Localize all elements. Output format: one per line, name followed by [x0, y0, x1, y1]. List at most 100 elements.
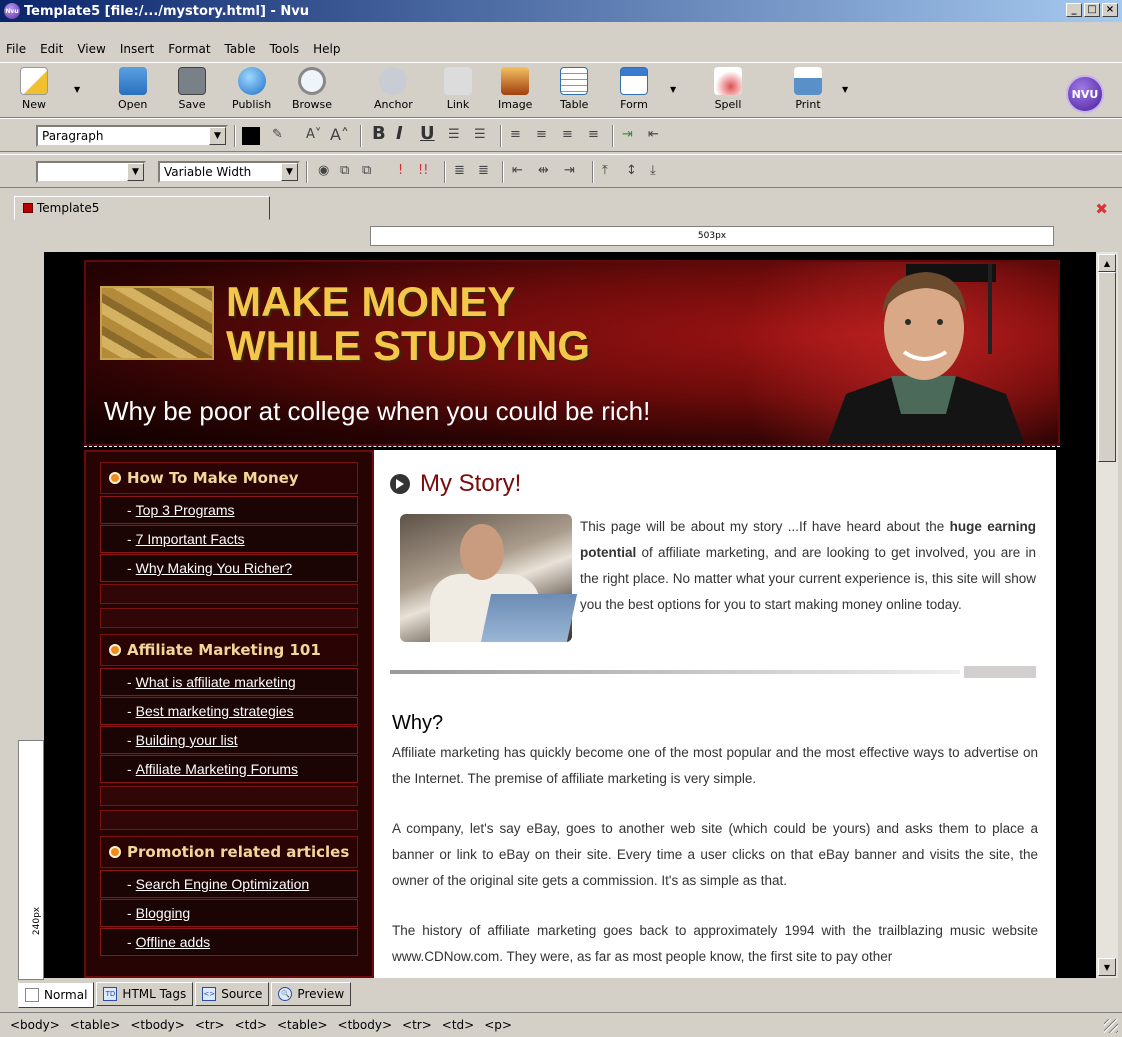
nav-item[interactable]: - Search Engine Optimization: [100, 870, 358, 898]
tag-crumb[interactable]: <tbody>: [338, 1018, 393, 1032]
tab-source[interactable]: <> Source: [195, 982, 270, 1006]
nav-item[interactable]: - Blogging: [100, 899, 358, 927]
tag-crumb[interactable]: <table>: [277, 1018, 328, 1032]
nav-item[interactable]: - Building your list: [100, 726, 358, 754]
cite-icon[interactable]: ◉: [318, 163, 329, 178]
justify-icon[interactable]: ≡: [588, 127, 599, 142]
publish-button[interactable]: Publish: [232, 67, 271, 111]
menu-view[interactable]: View: [77, 42, 105, 56]
align-right-icon[interactable]: ≡: [562, 127, 573, 142]
save-button[interactable]: Save: [178, 67, 206, 111]
maximize-button[interactable]: □: [1084, 3, 1100, 17]
tag-crumb[interactable]: <table>: [70, 1018, 121, 1032]
table-align-center-icon[interactable]: ⇹: [538, 163, 549, 178]
font-family-select[interactable]: Variable Width ▼: [158, 161, 300, 183]
width-ruler[interactable]: 503px: [370, 226, 1054, 246]
document-tab[interactable]: Template5: [14, 196, 270, 220]
menu-insert[interactable]: Insert: [120, 42, 154, 56]
toolbar-separator: [444, 161, 446, 183]
menu-tools[interactable]: Tools: [270, 42, 300, 56]
spell-button[interactable]: Spell: [714, 67, 742, 111]
indent-icon[interactable]: ⇥: [622, 127, 633, 142]
strong-emphasis-icon[interactable]: !!: [418, 163, 428, 178]
link-button[interactable]: Link: [444, 67, 472, 111]
close-window-button[interactable]: ×: [1102, 3, 1118, 17]
block-align-2-icon[interactable]: ≣: [478, 163, 489, 178]
bullet-list-icon[interactable]: ☰: [474, 127, 486, 142]
menu-table[interactable]: Table: [225, 42, 256, 56]
nav-item[interactable]: - Affiliate Marketing Forums: [100, 755, 358, 783]
bold-icon[interactable]: B: [372, 123, 386, 144]
tab-normal[interactable]: Normal: [18, 982, 95, 1008]
toolbar-separator: [612, 125, 614, 147]
emphasis-icon[interactable]: !: [398, 163, 403, 178]
tab-html-tags[interactable]: TD HTML Tags: [96, 982, 194, 1006]
table-align-left-icon[interactable]: ⇤: [512, 163, 523, 178]
nav-heading-affiliate-marketing: Affiliate Marketing 101: [100, 634, 358, 666]
table-align-right-icon[interactable]: ⇥: [564, 163, 575, 178]
align-center-icon[interactable]: ≡: [536, 127, 547, 142]
nav-item[interactable]: - Offline adds: [100, 928, 358, 956]
valign-top-icon[interactable]: ⤒: [602, 163, 608, 178]
modified-document-icon: [23, 203, 33, 213]
image-button[interactable]: Image: [498, 67, 532, 111]
print-button[interactable]: Print: [794, 67, 822, 111]
menu-edit[interactable]: Edit: [40, 42, 63, 56]
scroll-thumb[interactable]: [1098, 272, 1116, 462]
tag-crumb[interactable]: <td>: [442, 1018, 474, 1032]
nav-spacer: [100, 810, 358, 830]
nvu-app-icon: Nvu: [4, 3, 20, 19]
anchor-button[interactable]: Anchor: [374, 67, 413, 111]
form-button[interactable]: Form: [620, 67, 648, 111]
close-tab-icon[interactable]: ✖: [1095, 200, 1108, 218]
nav-item[interactable]: - Top 3 Programs: [100, 496, 358, 524]
menu-file[interactable]: File: [6, 42, 26, 56]
text-style-select[interactable]: ▼: [36, 161, 146, 183]
nav-item[interactable]: - What is affiliate marketing: [100, 668, 358, 696]
nav-item[interactable]: - Best marketing strategies: [100, 697, 358, 725]
valign-bottom-icon[interactable]: ⤓: [650, 163, 656, 178]
block-align-icon[interactable]: ≣: [454, 163, 465, 178]
nav-item[interactable]: - Why Making You Richer?: [100, 554, 358, 582]
scroll-down-icon[interactable]: ▼: [1098, 958, 1116, 976]
paragraph-style-select[interactable]: Paragraph ▼: [36, 125, 228, 147]
tag-crumb[interactable]: <td>: [235, 1018, 267, 1032]
table-button[interactable]: Table: [560, 67, 588, 111]
underline-icon[interactable]: U: [420, 123, 435, 144]
highlight-color-icon[interactable]: ✎: [272, 127, 283, 142]
italic-icon[interactable]: I: [396, 123, 403, 144]
valign-middle-icon[interactable]: ↕: [626, 163, 637, 178]
open-button[interactable]: Open: [118, 67, 147, 111]
nav-item[interactable]: - 7 Important Facts: [100, 525, 358, 553]
new-dropdown-arrow[interactable]: ▼: [74, 85, 80, 94]
form-dropdown-arrow[interactable]: ▼: [670, 85, 676, 94]
minimize-button[interactable]: _: [1066, 3, 1082, 17]
numbered-list-icon[interactable]: ☰: [448, 127, 460, 142]
toolbar-separator: [360, 125, 362, 147]
tab-preview[interactable]: 🔍 Preview: [271, 982, 352, 1006]
editor-canvas[interactable]: MAKE MONEY WHILE STUDYING Why be poor at…: [44, 252, 1096, 978]
story-heading: My Story!: [390, 470, 521, 498]
menu-format[interactable]: Format: [168, 42, 210, 56]
outdent-icon[interactable]: ⇤: [648, 127, 659, 142]
scroll-up-icon[interactable]: ▲: [1098, 254, 1116, 272]
resize-grip-icon[interactable]: [1104, 1019, 1118, 1033]
menu-help[interactable]: Help: [313, 42, 340, 56]
print-dropdown-arrow[interactable]: ▼: [842, 85, 848, 94]
tag-crumb[interactable]: <tr>: [402, 1018, 432, 1032]
content-area[interactable]: My Story! This page will be about my sto…: [374, 450, 1056, 978]
acronym-icon[interactable]: ⧉: [362, 163, 371, 178]
tag-crumb[interactable]: <body>: [10, 1018, 60, 1032]
height-ruler[interactable]: 240px: [18, 740, 44, 980]
align-left-icon[interactable]: ≡: [510, 127, 521, 142]
smaller-font-icon[interactable]: A˅: [306, 127, 321, 142]
vertical-scrollbar[interactable]: ▲ ▼: [1096, 252, 1118, 978]
new-button[interactable]: New: [20, 67, 48, 111]
abbr-icon[interactable]: ⧉: [340, 163, 349, 178]
tag-crumb[interactable]: <tbody>: [130, 1018, 185, 1032]
larger-font-icon[interactable]: A˄: [330, 125, 349, 144]
browse-button[interactable]: Browse: [292, 67, 332, 111]
tag-crumb[interactable]: <p>: [484, 1018, 512, 1032]
text-color-icon[interactable]: [242, 127, 260, 145]
tag-crumb[interactable]: <tr>: [195, 1018, 225, 1032]
